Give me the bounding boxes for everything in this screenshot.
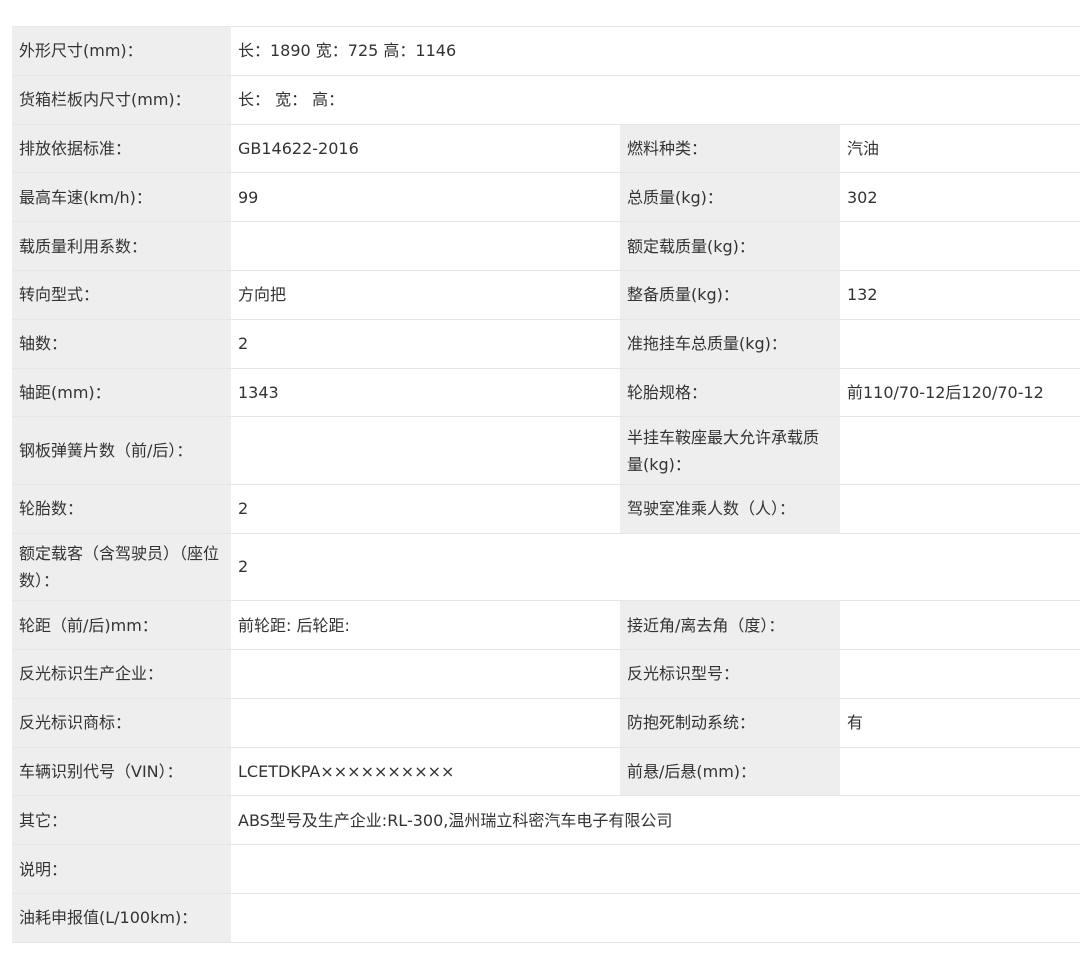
spec-value-max-speed: 99 xyxy=(231,172,620,222)
spec-label-abs: 防抱死制动系统： xyxy=(620,697,840,748)
table-row: 轮胎数： 2 驾驶室准乘人数（人）： xyxy=(12,483,1080,534)
spec-value-leaf-springs xyxy=(231,416,620,485)
spec-label-tire-spec: 轮胎规格： xyxy=(620,367,840,417)
spec-value-cab-occupancy xyxy=(840,483,1080,534)
spec-label-approach-departure-angle: 接近角/离去角（度）： xyxy=(620,600,840,650)
spec-label-other: 其它： xyxy=(12,795,231,845)
spec-label-vin: 车辆识别代号（VIN）： xyxy=(12,746,231,796)
table-row: 转向型式： 方向把 整备质量(kg)： 132 xyxy=(12,269,1080,320)
spec-label-curb-mass: 整备质量(kg)： xyxy=(620,269,840,320)
table-row: 最高车速(km/h)： 99 总质量(kg)： 302 xyxy=(12,172,1080,222)
spec-label-fuel-type: 燃料种类： xyxy=(620,123,840,173)
table-row: 油耗申报值(L/100km)： xyxy=(12,892,1080,943)
spec-label-fuel-consumption: 油耗申报值(L/100km)： xyxy=(12,892,231,943)
spec-label-reflector-maker: 反光标识生产企业： xyxy=(12,648,231,699)
spec-label-rated-load: 额定载质量(kg)： xyxy=(620,221,840,271)
spec-value-fuel-type: 汽油 xyxy=(840,123,1080,173)
spec-label-notes: 说明： xyxy=(12,844,231,894)
table-row: 反光标识商标： 防抱死制动系统： 有 xyxy=(12,697,1080,748)
spec-label-track-width: 轮距（前/后)mm： xyxy=(12,600,231,650)
table-row: 排放依据标准： GB14622-2016 燃料种类： 汽油 xyxy=(12,123,1080,173)
spec-label-load-utilization: 载质量利用系数： xyxy=(12,221,231,271)
spec-value-cargo-box-size: 长： 宽： 高： xyxy=(231,74,1080,125)
spec-label-axle-count: 轴数： xyxy=(12,318,231,369)
spec-value-reflector-brand xyxy=(231,697,620,748)
spec-label-steering-type: 转向型式： xyxy=(12,269,231,320)
spec-value-reflector-model xyxy=(840,648,1080,699)
table-row: 轮距（前/后)mm： 前轮距: 后轮距: 接近角/离去角（度）： xyxy=(12,600,1080,650)
spec-value-trailer-mass xyxy=(840,318,1080,369)
table-row: 其它： ABS型号及生产企业:RL-300,温州瑞立科密汽车电子有限公司 xyxy=(12,795,1080,845)
spec-label-overhang: 前悬/后悬(mm)： xyxy=(620,746,840,796)
spec-label-reflector-model: 反光标识型号： xyxy=(620,648,840,699)
spec-label-reflector-brand: 反光标识商标： xyxy=(12,697,231,748)
spec-value-emission-standard: GB14622-2016 xyxy=(231,123,620,173)
spec-value-rated-passengers: 2 xyxy=(231,532,1080,601)
spec-value-steering-type: 方向把 xyxy=(231,269,620,320)
spec-value-saddle-load xyxy=(840,416,1080,485)
spec-label-trailer-mass: 准拖挂车总质量(kg)： xyxy=(620,318,840,369)
table-row: 说明： xyxy=(12,844,1080,894)
spec-label-tire-count: 轮胎数： xyxy=(12,483,231,534)
spec-value-curb-mass: 132 xyxy=(840,269,1080,320)
spec-label-emission-standard: 排放依据标准： xyxy=(12,123,231,173)
spec-value-fuel-consumption xyxy=(231,892,1080,943)
spec-value-notes xyxy=(231,844,1080,894)
spec-value-total-mass: 302 xyxy=(840,172,1080,222)
spec-value-wheelbase: 1343 xyxy=(231,367,620,417)
spec-value-overhang xyxy=(840,746,1080,796)
spec-label-dimensions: 外形尺寸(mm)： xyxy=(12,26,231,76)
spec-value-rated-load xyxy=(840,221,1080,271)
spec-label-saddle-load: 半挂车鞍座最大允许承载质量(kg)： xyxy=(620,416,840,485)
spec-label-max-speed: 最高车速(km/h)： xyxy=(12,172,231,222)
table-row: 轴数： 2 准拖挂车总质量(kg)： xyxy=(12,318,1080,369)
spec-value-tire-spec: 前110/70-12后120/70-12 xyxy=(840,367,1080,417)
spec-value-abs: 有 xyxy=(840,697,1080,748)
table-row: 轴距(mm)： 1343 轮胎规格： 前110/70-12后120/70-12 xyxy=(12,367,1080,417)
spec-value-track-width: 前轮距: 后轮距: xyxy=(231,600,620,650)
spec-label-total-mass: 总质量(kg)： xyxy=(620,172,840,222)
table-row: 载质量利用系数： 额定载质量(kg)： xyxy=(12,221,1080,271)
table-row: 外形尺寸(mm)： 长：1890 宽：725 高：1146 xyxy=(12,26,1080,76)
spec-value-load-utilization xyxy=(231,221,620,271)
spec-label-wheelbase: 轴距(mm)： xyxy=(12,367,231,417)
spec-label-cab-occupancy: 驾驶室准乘人数（人）： xyxy=(620,483,840,534)
spec-label-leaf-springs: 钢板弹簧片数（前/后）： xyxy=(12,416,231,485)
spec-value-reflector-maker xyxy=(231,648,620,699)
spec-value-other: ABS型号及生产企业:RL-300,温州瑞立科密汽车电子有限公司 xyxy=(231,795,1080,845)
spec-value-approach-departure-angle xyxy=(840,600,1080,650)
spec-value-axle-count: 2 xyxy=(231,318,620,369)
spec-value-dimensions: 长：1890 宽：725 高：1146 xyxy=(231,26,1080,76)
table-row: 反光标识生产企业： 反光标识型号： xyxy=(12,648,1080,699)
spec-label-rated-passengers: 额定载客（含驾驶员）（座位数）： xyxy=(12,532,231,601)
spec-value-vin: LCETDKPA×××××××××× xyxy=(231,746,620,796)
spec-label-cargo-box-size: 货箱栏板内尺寸(mm)： xyxy=(12,74,231,125)
table-row: 货箱栏板内尺寸(mm)： 长： 宽： 高： xyxy=(12,74,1080,125)
vehicle-spec-table: 外形尺寸(mm)： 长：1890 宽：725 高：1146 货箱栏板内尺寸(mm… xyxy=(12,26,1080,943)
table-row: 车辆识别代号（VIN）： LCETDKPA×××××××××× 前悬/后悬(mm… xyxy=(12,746,1080,796)
table-row: 额定载客（含驾驶员）（座位数）： 2 xyxy=(12,532,1080,601)
table-row: 钢板弹簧片数（前/后）： 半挂车鞍座最大允许承载质量(kg)： xyxy=(12,416,1080,485)
spec-value-tire-count: 2 xyxy=(231,483,620,534)
